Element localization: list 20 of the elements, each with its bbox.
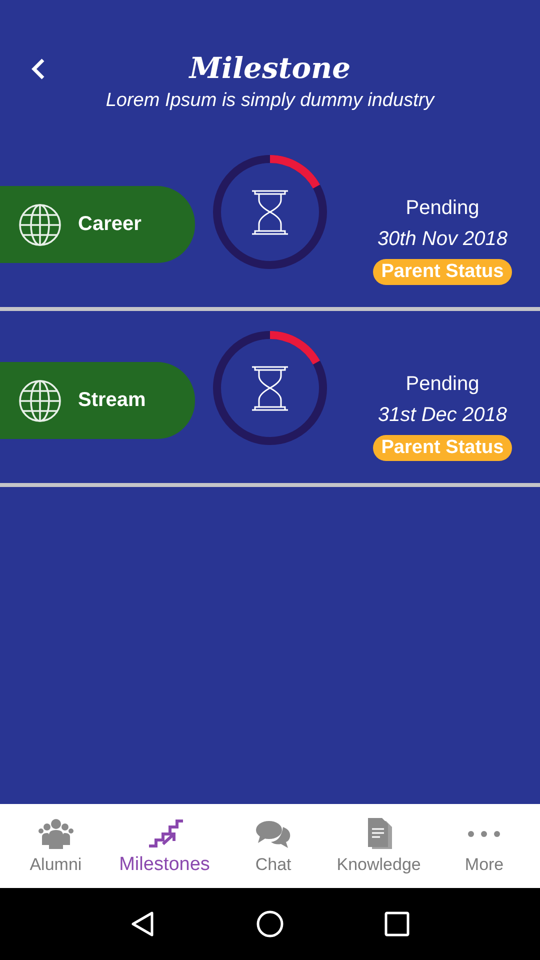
globe-icon [18, 202, 62, 246]
page-title: Milestone [189, 50, 351, 87]
nav-tab[interactable]: Milestones [119, 816, 210, 876]
due-date: 30th Nov 2018 [377, 228, 508, 251]
hourglass-icon [251, 366, 289, 411]
globe-icon [18, 378, 62, 422]
nav-tab[interactable]: Chat [233, 817, 314, 875]
home-nav-icon[interactable] [254, 909, 285, 939]
more-icon [467, 830, 502, 838]
page-subtitle: Lorem Ipsum is simply dummy industry [106, 90, 434, 112]
due-date: 31st Dec 2018 [378, 404, 507, 427]
category-pill[interactable]: Career [0, 186, 195, 263]
people-icon [36, 817, 75, 851]
status-text: Pending [406, 373, 480, 396]
status-text: Pending [406, 197, 480, 220]
nav-tab[interactable]: Alumni [16, 817, 96, 875]
category-pill[interactable]: Stream [0, 362, 195, 439]
nav-tab[interactable]: Knowledge [336, 817, 421, 875]
hourglass-icon [251, 190, 289, 235]
nav-tab[interactable]: More [444, 817, 524, 875]
